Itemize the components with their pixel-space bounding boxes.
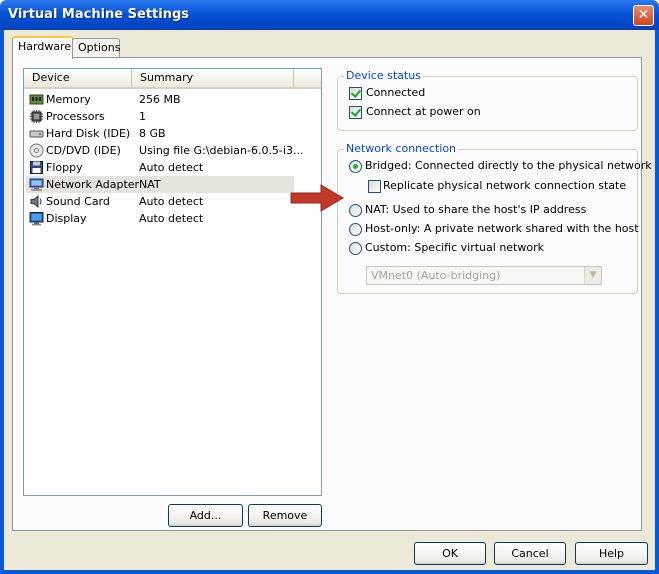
device-row-display[interactable]: Display Auto detect (26, 210, 294, 227)
device-name: Network Adapter (46, 178, 140, 191)
device-summary: 256 MB (139, 93, 181, 106)
device-summary: 8 GB (139, 127, 166, 140)
device-row-hard-disk[interactable]: Hard Disk (IDE) 8 GB (26, 125, 294, 142)
network-adapter-icon (29, 178, 44, 191)
custom-network-value: VMnet0 (Auto-bridging) (371, 269, 501, 282)
bridged-label[interactable]: Bridged: Connected directly to the physi… (365, 159, 652, 172)
remove-button[interactable]: Remove (248, 504, 322, 527)
device-name: Memory (46, 93, 91, 106)
tab-options[interactable]: Options (72, 38, 120, 57)
host-only-label[interactable]: Host-only: A private network shared with… (365, 222, 639, 235)
close-icon: ✕ (637, 7, 650, 23)
display-icon (29, 212, 44, 226)
device-status-group: Device status Connected Connect at power… (337, 69, 638, 131)
device-row-processors[interactable]: Processors 1 (26, 108, 294, 125)
sound-card-icon (30, 194, 42, 209)
device-row-memory[interactable]: Memory 256 MB (26, 91, 294, 108)
bridged-radio[interactable] (349, 160, 362, 173)
annotation-arrow-icon (290, 184, 344, 212)
host-only-radio[interactable] (349, 223, 362, 236)
cancel-button[interactable]: Cancel (494, 542, 566, 565)
chevron-down-icon[interactable]: ▼ (584, 267, 601, 284)
floppy-icon (30, 161, 43, 174)
device-summary: Using file G:\debian-6.0.5-i3... (139, 144, 304, 157)
connect-at-power-on-label[interactable]: Connect at power on (366, 105, 481, 118)
nat-label[interactable]: NAT: Used to share the host's IP address (365, 203, 586, 216)
connect-at-power-on-checkbox[interactable] (349, 106, 362, 119)
network-connection-title: Network connection (344, 142, 459, 155)
memory-icon (29, 94, 44, 105)
help-button[interactable]: Help (575, 542, 648, 565)
device-list-header: Device Summary (24, 69, 321, 89)
device-row-floppy[interactable]: Floppy Auto detect (26, 159, 294, 176)
processor-icon (30, 110, 43, 123)
connected-checkbox[interactable] (349, 87, 362, 100)
nat-radio[interactable] (349, 204, 362, 217)
close-button[interactable]: ✕ (633, 5, 654, 26)
device-name: Display (46, 212, 87, 225)
device-name: Sound Card (46, 195, 110, 208)
column-device[interactable]: Device (24, 69, 132, 87)
device-summary: Auto detect (139, 212, 204, 225)
custom-radio[interactable] (349, 242, 362, 255)
cd-dvd-icon (29, 143, 44, 158)
device-summary: 1 (139, 110, 146, 123)
device-summary: Auto detect (139, 161, 204, 174)
device-name: Hard Disk (IDE) (46, 127, 131, 140)
device-row-sound-card[interactable]: Sound Card Auto detect (26, 193, 294, 210)
replicate-state-label[interactable]: Replicate physical network connection st… (383, 179, 626, 192)
device-row-network-adapter[interactable]: Network Adapter NAT (26, 176, 294, 193)
replicate-state-checkbox[interactable] (368, 180, 381, 193)
connected-label[interactable]: Connected (366, 86, 425, 99)
device-list[interactable]: Device Summary Memory 256 MB Processors … (23, 68, 322, 496)
device-row-cd-dvd[interactable]: CD/DVD (IDE) Using file G:\debian-6.0.5-… (26, 142, 303, 159)
custom-network-select[interactable]: VMnet0 (Auto-bridging) ▼ (366, 266, 602, 285)
network-connection-group: Network connection Bridged: Connected di… (337, 142, 652, 294)
custom-label[interactable]: Custom: Specific virtual network (365, 241, 544, 254)
device-status-title: Device status (344, 69, 423, 82)
hard-disk-icon (29, 130, 44, 138)
add-button[interactable]: Add... (168, 504, 243, 527)
device-name: Processors (46, 110, 105, 123)
hardware-panel: Device Summary Memory 256 MB Processors … (12, 57, 652, 531)
dialog-window: Virtual Machine Settings ✕ Hardware Opti… (0, 0, 659, 574)
device-name: Floppy (46, 161, 83, 174)
ok-button[interactable]: OK (414, 542, 486, 565)
dialog-client: Hardware Options Device Summary Memory 2… (4, 30, 655, 570)
title-bar[interactable]: Virtual Machine Settings ✕ (0, 0, 659, 30)
window-title: Virtual Machine Settings (8, 7, 190, 22)
device-name: CD/DVD (IDE) (46, 144, 121, 157)
column-summary[interactable]: Summary (132, 69, 294, 87)
tab-hardware[interactable]: Hardware (12, 36, 73, 59)
